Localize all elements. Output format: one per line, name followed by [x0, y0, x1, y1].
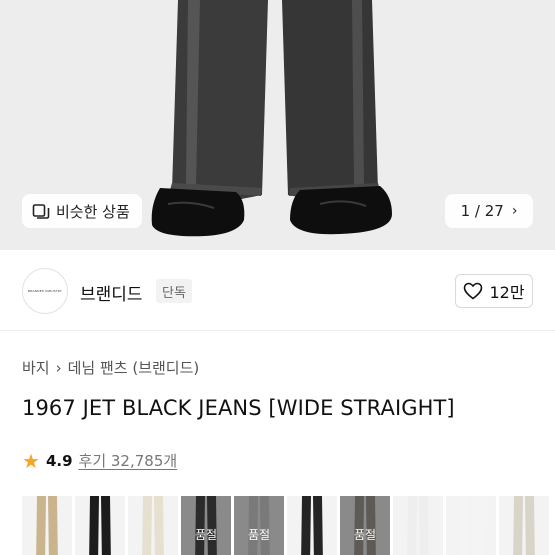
like-count: 12만: [489, 283, 525, 302]
color-option-thumb[interactable]: 품절: [340, 496, 390, 555]
jeans-thumb-image: [128, 496, 178, 555]
similar-products-label: 비슷한 상품: [56, 202, 130, 221]
color-option-thumb[interactable]: 품절: [181, 496, 231, 555]
image-pager[interactable]: 1 / 27 ›: [445, 194, 533, 228]
breadcrumb-item-category[interactable]: 바지: [22, 357, 50, 378]
rating-row: ★ 4.9 후기 32,785개: [22, 450, 177, 471]
product-title: 1967 JET BLACK JEANS [WIDE STRAIGHT]: [22, 396, 455, 420]
jeans-thumb-image: [22, 496, 72, 555]
similar-icon: [32, 204, 50, 219]
color-option-thumb[interactable]: [128, 496, 178, 555]
rating-value: 4.9: [45, 451, 73, 470]
reviews-link[interactable]: 후기 32,785개: [79, 450, 178, 471]
soldout-label: 품절: [353, 528, 377, 542]
color-option-thumb[interactable]: [499, 496, 549, 555]
exclusive-badge: 단독: [156, 279, 192, 303]
jeans-thumb-image: [75, 496, 125, 555]
brand-logo-text: BRANDED INDUSTRY: [27, 289, 63, 293]
brand-logo[interactable]: BRANDED INDUSTRY: [22, 268, 68, 314]
soldout-label: 품절: [194, 528, 218, 542]
color-options: 품절 품절 품절: [22, 496, 549, 555]
chevron-right-icon: ›: [511, 203, 518, 219]
similar-products-button[interactable]: 비슷한 상품: [22, 194, 142, 228]
color-option-thumb[interactable]: [22, 496, 72, 555]
color-option-thumb[interactable]: [75, 496, 125, 555]
jeans-thumb-image: [499, 496, 549, 555]
star-icon: ★: [22, 448, 40, 473]
brand-name[interactable]: 브랜디드: [80, 280, 143, 305]
color-option-thumb[interactable]: 품절: [234, 496, 284, 555]
jeans-thumb-image: [393, 496, 443, 555]
like-button[interactable]: 12만: [455, 274, 533, 308]
jeans-thumb-image: [287, 496, 337, 555]
soldout-label: 품절: [247, 528, 271, 542]
color-option-thumb[interactable]: [446, 496, 496, 555]
divider: [0, 330, 555, 331]
jeans-thumb-image: [446, 496, 496, 555]
brand-row: BRANDED INDUSTRY 브랜디드 단독 12만: [0, 262, 555, 320]
color-option-thumb[interactable]: [393, 496, 443, 555]
product-image[interactable]: 비슷한 상품 1 / 27 ›: [0, 0, 555, 250]
color-option-thumb[interactable]: [287, 496, 337, 555]
chevron-right-icon: ›: [55, 358, 62, 377]
heart-icon: [464, 282, 483, 300]
breadcrumb: 바지 › 데님 팬츠 (브랜디드): [22, 357, 199, 378]
pager-text: 1 / 27: [460, 202, 504, 220]
breadcrumb-item-subcategory[interactable]: 데님 팬츠 (브랜디드): [68, 357, 200, 378]
